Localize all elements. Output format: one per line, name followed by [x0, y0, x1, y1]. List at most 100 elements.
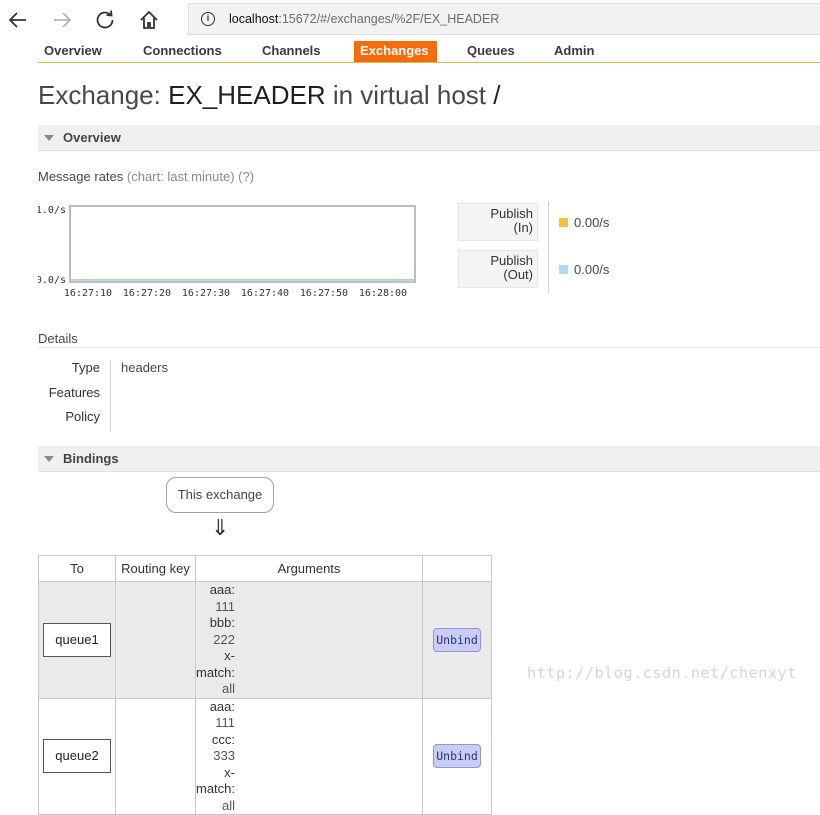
- x-tick-label: 16:28:00: [359, 288, 407, 299]
- page-title: Exchange: EX_HEADER in virtual host /: [38, 80, 501, 111]
- publish-in-line1: Publish: [490, 206, 533, 221]
- publish-in-swatch: [559, 218, 568, 227]
- argument-line: bbb: 222: [196, 615, 340, 648]
- publish-out-line1: Publish: [490, 253, 533, 268]
- y-tick-label: 0.0/s: [38, 275, 66, 286]
- y-tick-label: 1.0/s: [38, 205, 66, 216]
- arg-key: aaa:: [209, 582, 235, 597]
- routing-key-cell: [115, 697, 196, 815]
- details-divider: [38, 347, 820, 348]
- collapse-triangle-icon: [44, 135, 54, 141]
- publish-in-line2: (In): [513, 220, 534, 235]
- home-icon[interactable]: [135, 6, 163, 34]
- tab-exchanges[interactable]: Exchanges: [354, 41, 437, 62]
- tab-queues[interactable]: Queues: [461, 41, 521, 62]
- message-rates-chart: 1.0/s 0.0/s 16:27:10 16:27:20 16:27:30 16:27…: [38, 205, 416, 299]
- chart-range-note[interactable]: (chart: last minute): [127, 169, 235, 184]
- detail-value-type: headers: [121, 360, 168, 375]
- unbind-button[interactable]: Unbind: [433, 627, 481, 652]
- x-tick-label: 16:27:10: [64, 288, 112, 299]
- column-header-to: To: [38, 555, 116, 582]
- message-rates-text: Message rates: [38, 169, 124, 184]
- tab-connections[interactable]: Connections: [137, 41, 228, 62]
- arg-key: bbb:: [209, 615, 235, 630]
- main-menu: Overview Connections Channels Exchanges …: [0, 40, 820, 64]
- watermark: http://blog.csdn.net/chenxyt: [527, 664, 797, 682]
- publish-out-label: Publish (Out): [458, 250, 538, 288]
- forward-arrow-icon[interactable]: [48, 6, 76, 34]
- arg-value: 111: [215, 715, 235, 730]
- collapse-triangle-icon: [44, 456, 54, 462]
- arg-key: ccc:: [211, 731, 235, 747]
- rates-divider: [548, 201, 549, 293]
- column-header-arguments: Arguments: [195, 555, 423, 582]
- x-tick-label: 16:27:40: [241, 288, 289, 299]
- table-row: queue2 aaa: 111 ccc: 333 x-match: all Un…: [38, 697, 492, 815]
- refresh-icon[interactable]: [91, 6, 119, 34]
- publish-out-line2: (Out): [503, 267, 533, 282]
- arg-key: x-match:: [196, 648, 236, 680]
- arg-value: 333: [213, 748, 235, 763]
- publish-in-value: 0.00/s: [574, 215, 610, 230]
- publish-in-label: Publish (In): [458, 203, 538, 241]
- tab-channels[interactable]: Channels: [256, 41, 327, 62]
- action-cell: Unbind: [422, 581, 492, 699]
- arg-key: aaa:: [209, 698, 235, 714]
- arguments-cell: aaa: 111 bbb: 222 x-match: all: [195, 581, 423, 699]
- tab-admin[interactable]: Admin: [548, 41, 600, 62]
- down-arrow-icon: ⇓: [211, 515, 230, 540]
- overview-section-header[interactable]: Overview: [38, 125, 820, 151]
- routing-key-cell: [115, 581, 196, 699]
- info-icon[interactable]: i: [201, 12, 215, 26]
- bindings-section-header[interactable]: Bindings: [38, 446, 820, 472]
- arg-key: x-match:: [196, 764, 236, 797]
- details-heading: Details: [38, 331, 78, 346]
- publish-out-value: 0.00/s: [574, 262, 610, 277]
- chart-plot-area: [69, 205, 416, 283]
- table-row: queue1 aaa: 111 bbb: 222 x-match: all Un…: [38, 581, 492, 699]
- address-bar[interactable]: i localhost:15672/#/exchanges/%2F/EX_HEA…: [188, 3, 820, 35]
- argument-line: x-match: all: [196, 765, 340, 815]
- title-prefix: Exchange:: [38, 80, 161, 110]
- detail-key-policy: Policy: [65, 409, 100, 424]
- title-middle: in virtual host: [332, 80, 487, 110]
- argument-line: aaa: 111: [196, 582, 340, 615]
- x-tick-label: 16:27:50: [300, 288, 348, 299]
- queue-link[interactable]: queue2: [43, 739, 111, 774]
- menu-divider: [38, 62, 820, 63]
- back-arrow-icon[interactable]: [4, 6, 32, 34]
- publish-out-swatch: [559, 265, 568, 274]
- url-path: :15672/#/exchanges/%2F/EX_HEADER: [278, 12, 500, 26]
- arg-value: 222: [213, 631, 235, 647]
- detail-key-features: Features: [48, 385, 100, 400]
- argument-line: x-match: all: [196, 648, 340, 698]
- table-header-row: To Routing key Arguments: [38, 555, 492, 582]
- help-link[interactable]: (?): [238, 169, 254, 184]
- x-tick-label: 16:27:20: [123, 288, 171, 299]
- detail-key-type: Type: [71, 360, 100, 375]
- details-separator: [110, 360, 111, 432]
- unbind-button[interactable]: Unbind: [433, 744, 481, 769]
- arg-value: all: [221, 797, 235, 813]
- tab-overview[interactable]: Overview: [38, 41, 108, 62]
- argument-line: aaa: 111: [196, 699, 340, 732]
- queue-link[interactable]: queue1: [43, 622, 111, 657]
- overview-section-label: Overview: [63, 130, 121, 145]
- column-header-routing-key: Routing key: [115, 555, 196, 582]
- argument-line: ccc: 333: [196, 732, 340, 765]
- arg-value: all: [221, 681, 235, 696]
- arg-value: 111: [215, 598, 235, 614]
- action-cell: Unbind: [422, 697, 492, 815]
- browser-toolbar: i localhost:15672/#/exchanges/%2F/EX_HEA…: [0, 0, 820, 40]
- binding-to-cell: queue2: [38, 697, 116, 815]
- vhost-name: /: [493, 80, 501, 110]
- arguments-cell: aaa: 111 ccc: 333 x-match: all: [195, 697, 423, 815]
- column-header-actions: [422, 555, 492, 582]
- bindings-section-label: Bindings: [63, 451, 119, 466]
- url-host: localhost: [229, 12, 279, 26]
- exchange-name: EX_HEADER: [168, 80, 326, 110]
- this-exchange-node: This exchange: [166, 477, 274, 513]
- message-rates-label: Message rates (chart: last minute) (?): [38, 169, 254, 184]
- x-tick-label: 16:27:30: [182, 288, 230, 299]
- bindings-table: To Routing key Arguments queue1 aaa: 111…: [38, 555, 492, 815]
